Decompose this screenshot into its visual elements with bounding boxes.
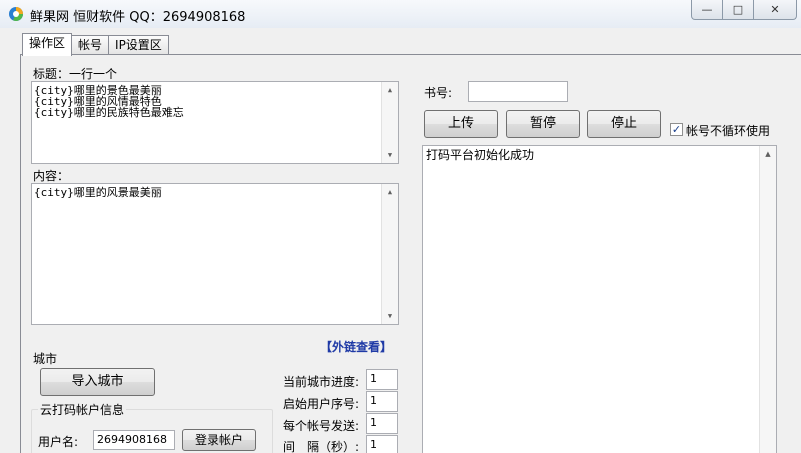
interval-input[interactable]: 1 xyxy=(366,435,398,453)
upload-button[interactable]: 上传 xyxy=(424,110,498,138)
title-line: {city}哪里的民族特色最难忘 xyxy=(34,106,184,119)
title-bar[interactable]: 鲜果网 恒财软件 QQ：2694908168 — □ ✕ xyxy=(0,0,801,28)
log-line: 打码平台初始化成功 xyxy=(426,148,535,162)
tab-account[interactable]: 帐号 xyxy=(71,35,110,55)
start-user-input[interactable]: 1 xyxy=(366,391,398,412)
close-button[interactable]: ✕ xyxy=(753,0,797,20)
per-account-label: 每个帐号发送: xyxy=(283,419,360,433)
scroll-up-icon[interactable]: ▲ xyxy=(760,146,776,162)
content-line: {city}哪里的风景最美丽 xyxy=(34,186,162,199)
log-textarea[interactable]: 打码平台初始化成功 ▲ xyxy=(422,145,777,453)
progress-input[interactable]: 1 xyxy=(366,369,398,390)
per-account-input[interactable]: 1 xyxy=(366,413,398,434)
minimize-button[interactable]: — xyxy=(691,0,723,20)
tab-bar: 操作区 帐号 IP设置区 xyxy=(22,33,169,56)
app-logo-icon xyxy=(9,7,23,21)
close-icon: ✕ xyxy=(770,3,780,16)
scroll-up-icon[interactable]: ▲ xyxy=(382,184,398,200)
no-loop-checkbox[interactable]: ✓ xyxy=(670,123,683,136)
pause-button[interactable]: 暂停 xyxy=(506,110,580,138)
username-label: 用户名: xyxy=(38,435,79,449)
no-loop-label: 帐号不循环使用 xyxy=(686,124,771,138)
stop-button[interactable]: 停止 xyxy=(587,110,661,138)
progress-label: 当前城市进度: xyxy=(283,375,360,389)
start-user-label: 启始用户序号: xyxy=(283,397,360,411)
import-city-button[interactable]: 导入城市 xyxy=(40,368,155,396)
scroll-down-icon[interactable]: ▼ xyxy=(382,147,398,163)
cloud-account-label: 云打码帐户信息 xyxy=(38,401,127,418)
checkmark-icon: ✓ xyxy=(671,123,682,136)
external-link-view[interactable]: 【外链查看】 xyxy=(320,338,392,355)
book-number-input[interactable] xyxy=(468,81,568,102)
book-number-label: 书号: xyxy=(424,86,453,100)
content-label: 内容： xyxy=(33,169,70,183)
content-scrollbar[interactable]: ▲ ▼ xyxy=(381,184,398,324)
log-scrollbar[interactable]: ▲ xyxy=(759,146,776,453)
minimize-icon: — xyxy=(701,3,713,16)
content-textarea[interactable]: {city}哪里的风景最美丽 ▲ ▼ xyxy=(31,183,399,325)
scroll-down-icon[interactable]: ▼ xyxy=(382,308,398,324)
maximize-button[interactable]: □ xyxy=(722,0,754,20)
tab-operation[interactable]: 操作区 xyxy=(22,33,73,56)
maximize-icon: □ xyxy=(732,3,744,16)
tab-ip-settings[interactable]: IP设置区 xyxy=(108,35,169,55)
city-label: 城市 xyxy=(33,352,58,366)
title-textarea[interactable]: {city}哪里的景色最美丽 {city}哪里的风情最特色 {city}哪里的民… xyxy=(31,81,399,164)
title-scrollbar[interactable]: ▲ ▼ xyxy=(381,82,398,163)
title-label: 标题：一行一个 xyxy=(33,67,118,81)
app-window: 鲜果网 恒财软件 QQ：2694908168 — □ ✕ 操作区 帐号 IP设置… xyxy=(0,0,801,453)
window-title: 鲜果网 恒财软件 QQ：2694908168 xyxy=(30,10,246,25)
login-button[interactable]: 登录帐户 xyxy=(182,429,256,451)
interval-label: 间 隔（秒）: xyxy=(283,440,360,453)
username-input[interactable]: 2694908168 xyxy=(93,430,175,450)
scroll-up-icon[interactable]: ▲ xyxy=(382,82,398,98)
